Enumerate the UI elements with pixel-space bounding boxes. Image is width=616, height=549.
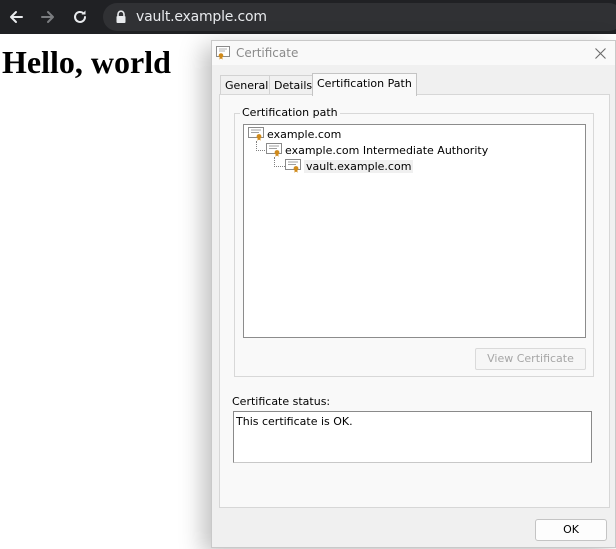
- tree-item-leaf-cert[interactable]: vault.example.com: [285, 158, 414, 174]
- tree-item-label: example.com: [267, 127, 342, 141]
- tab-certification-path[interactable]: Certification Path: [312, 73, 417, 96]
- close-icon: [594, 47, 606, 59]
- tab-general[interactable]: General: [220, 75, 274, 95]
- certificate-status-box: This certificate is OK.: [233, 411, 592, 463]
- reload-icon: [74, 10, 86, 23]
- browser-toolbar: vault.example.com: [0, 0, 616, 34]
- dialog-title: Certificate: [236, 46, 299, 60]
- certificate-status-label: Certificate status:: [232, 395, 331, 408]
- certificate-icon: [216, 46, 230, 60]
- certification-path-tree[interactable]: example.com example.com Intermediate Aut…: [243, 124, 586, 338]
- tab-details[interactable]: Details: [269, 75, 318, 95]
- tree-item-label: vault.example.com: [304, 159, 414, 173]
- tree-item-intermediate-cert[interactable]: example.com Intermediate Authority: [266, 142, 488, 158]
- certification-path-label: Certification path: [240, 106, 340, 119]
- lock-icon: [116, 10, 126, 23]
- certification-path-group: Certification path example.com example.c…: [234, 106, 594, 377]
- view-certificate-button[interactable]: View Certificate: [475, 348, 586, 370]
- close-button[interactable]: [591, 44, 609, 62]
- address-bar[interactable]: vault.example.com: [103, 3, 616, 31]
- arrow-left-icon: [10, 11, 23, 23]
- tree-item-label: example.com Intermediate Authority: [285, 143, 489, 157]
- arrow-right-icon: [41, 11, 54, 23]
- dialog-titlebar[interactable]: Certificate: [212, 41, 615, 65]
- tree-connector: [274, 157, 285, 167]
- certificate-icon: [285, 159, 301, 173]
- forward-button[interactable]: [36, 5, 60, 29]
- tree-item-root-cert[interactable]: example.com: [248, 126, 341, 142]
- back-button[interactable]: [4, 5, 28, 29]
- ok-button[interactable]: OK: [535, 519, 607, 541]
- reload-button[interactable]: [68, 5, 92, 29]
- url-text: vault.example.com: [136, 9, 267, 25]
- page-heading: Hello, world: [2, 44, 171, 80]
- certificate-dialog: Certificate General Details Certificatio…: [211, 40, 616, 548]
- certificate-icon: [248, 127, 264, 141]
- certificate-icon: [266, 143, 282, 157]
